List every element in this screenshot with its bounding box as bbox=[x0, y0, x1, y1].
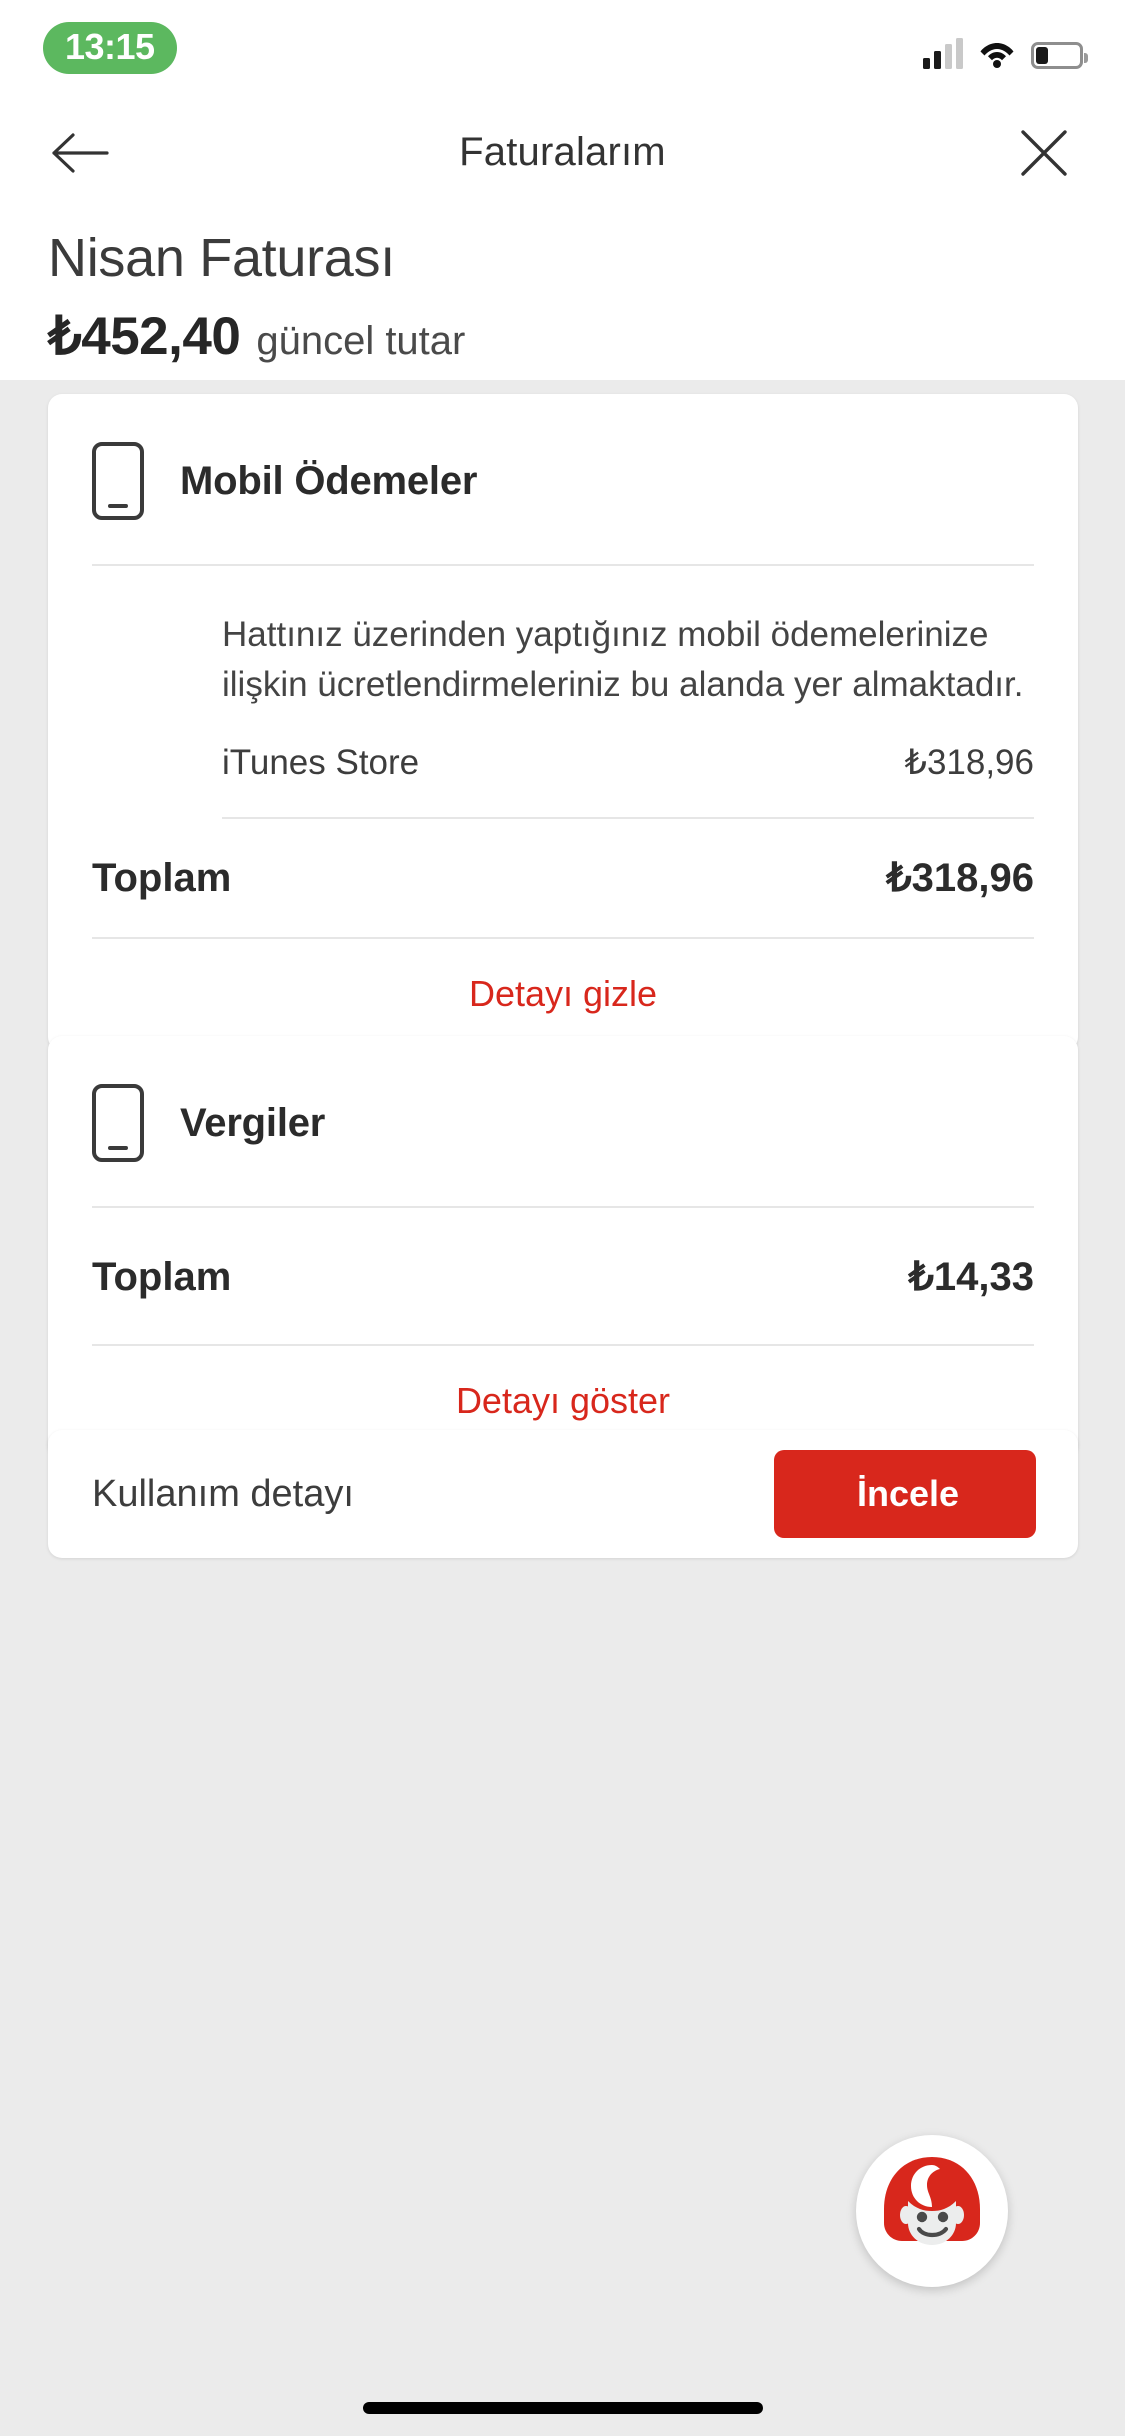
card-total-row: Toplam ₺318,96 bbox=[48, 819, 1078, 937]
status-bar: 13:15 bbox=[0, 0, 1125, 100]
detail-toggle-link[interactable]: Detayı gizle bbox=[469, 973, 657, 1014]
bill-current-amount: ₺452,40 bbox=[48, 307, 241, 367]
bill-summary-header: Nisan Faturası ₺452,40 güncel tutar bbox=[0, 205, 1125, 380]
card-title: Vergiler bbox=[180, 1100, 326, 1145]
status-time-pill: 13:15 bbox=[43, 22, 177, 74]
status-icons bbox=[923, 27, 1088, 69]
battery-icon bbox=[1031, 42, 1088, 69]
bill-category-card[interactable]: Vergiler Toplam ₺14,33 Detayı göster bbox=[48, 1036, 1078, 1458]
total-label: Toplam bbox=[92, 855, 232, 900]
bill-detail-list[interactable]: Mobil Ödemeler Hattınız üzerinden yaptığ… bbox=[0, 380, 1125, 2436]
phone-icon bbox=[92, 442, 144, 520]
bill-month-title: Nisan Faturası bbox=[48, 228, 395, 288]
close-button[interactable] bbox=[1011, 120, 1077, 186]
card-description: Hattınız üzerinden yaptığınız mobil ödem… bbox=[222, 615, 1024, 704]
phone-screen: 13:15 Faturalarım Nisan Faturası ₺452,40… bbox=[0, 0, 1125, 2436]
tobi-assistant-button[interactable] bbox=[856, 2135, 1008, 2287]
back-button[interactable] bbox=[45, 118, 115, 188]
line-item-value: ₺318,96 bbox=[904, 743, 1034, 783]
cellular-signal-icon bbox=[923, 38, 963, 69]
line-item-label: iTunes Store bbox=[222, 743, 420, 783]
usage-detail-label: Kullanım detayı bbox=[92, 1472, 354, 1515]
bill-category-card[interactable]: Mobil Ödemeler Hattınız üzerinden yaptığ… bbox=[48, 394, 1078, 1052]
bill-amount-caption: güncel tutar bbox=[256, 319, 466, 364]
tobi-assistant-avatar bbox=[884, 2157, 980, 2245]
page-title: Faturalarım bbox=[459, 130, 666, 174]
wifi-icon bbox=[978, 39, 1016, 69]
usage-detail-button[interactable]: İncele bbox=[774, 1450, 1036, 1538]
home-indicator bbox=[362, 2402, 763, 2414]
detail-toggle-wrap[interactable]: Detayı gizle bbox=[48, 939, 1078, 1051]
usage-detail-row[interactable]: Kullanım detayı İncele bbox=[48, 1430, 1078, 1558]
line-item: iTunes Store ₺318,96 bbox=[48, 709, 1078, 817]
phone-icon bbox=[92, 1084, 144, 1162]
total-value: ₺14,33 bbox=[908, 1255, 1034, 1299]
card-header: Mobil Ödemeler bbox=[48, 394, 1078, 564]
bill-amount-row: ₺452,40 güncel tutar bbox=[48, 306, 1077, 367]
detail-toggle-link[interactable]: Detayı göster bbox=[456, 1380, 670, 1421]
total-label: Toplam bbox=[92, 1254, 232, 1299]
total-value: ₺318,96 bbox=[886, 856, 1034, 901]
card-title: Mobil Ödemeler bbox=[180, 458, 478, 503]
navigation-bar: Faturalarım bbox=[0, 100, 1125, 205]
card-total-row: Toplam ₺14,33 bbox=[48, 1208, 1078, 1344]
card-header: Vergiler bbox=[48, 1036, 1078, 1206]
